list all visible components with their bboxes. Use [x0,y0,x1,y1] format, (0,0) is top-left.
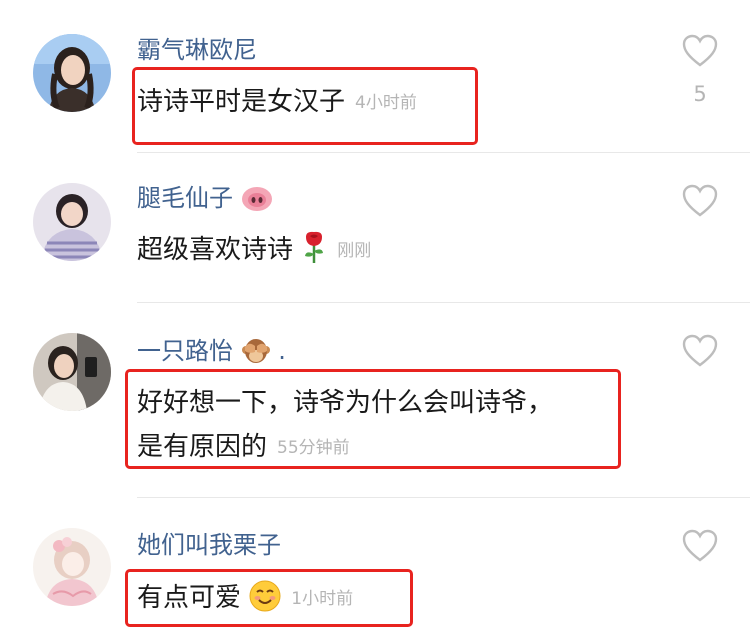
comment-item: 霸气琳欧尼 诗诗平时是女汉子 4小时前 5 [0,0,750,152]
highlight-box [125,369,621,469]
comment-body: 超级喜欢诗诗 [137,235,294,265]
username[interactable]: 霸气琳欧尼 [137,35,257,65]
like-heart-icon[interactable] [682,184,718,218]
avatar[interactable] [33,183,111,261]
username-text: 腿毛仙子 [137,184,233,212]
comment-item: 她们叫我栗子 有点可爱 1小时前 [0,498,750,643]
highlight-box [125,569,413,627]
timestamp: 刚刚 [337,241,372,261]
like-heart-icon[interactable] [682,334,718,368]
comment-item: 一只路怡 . 好好想一下，诗爷为什么会叫诗爷， 是有原因的 55分钟前 [0,303,750,498]
highlight-box [132,67,478,145]
rose-icon [301,230,327,278]
username-suffix: . [278,337,286,365]
username[interactable]: 一只路怡 . [137,336,286,372]
pig-nose-icon [241,186,273,219]
avatar[interactable] [33,34,111,112]
username[interactable]: 腿毛仙子 [137,183,273,219]
username[interactable]: 她们叫我栗子 [137,530,281,560]
like-heart-icon[interactable] [682,34,718,68]
comment-text: 超级喜欢诗诗 刚刚 [137,228,371,278]
username-text: 一只路怡 [137,337,233,365]
avatar[interactable] [33,333,111,411]
comment-item: 腿毛仙子 超级喜欢诗诗 刚刚 [0,153,750,303]
like-count: 5 [693,82,707,106]
see-no-evil-monkey-icon [241,337,271,372]
avatar[interactable] [33,528,111,606]
like-heart-icon[interactable] [682,529,718,563]
